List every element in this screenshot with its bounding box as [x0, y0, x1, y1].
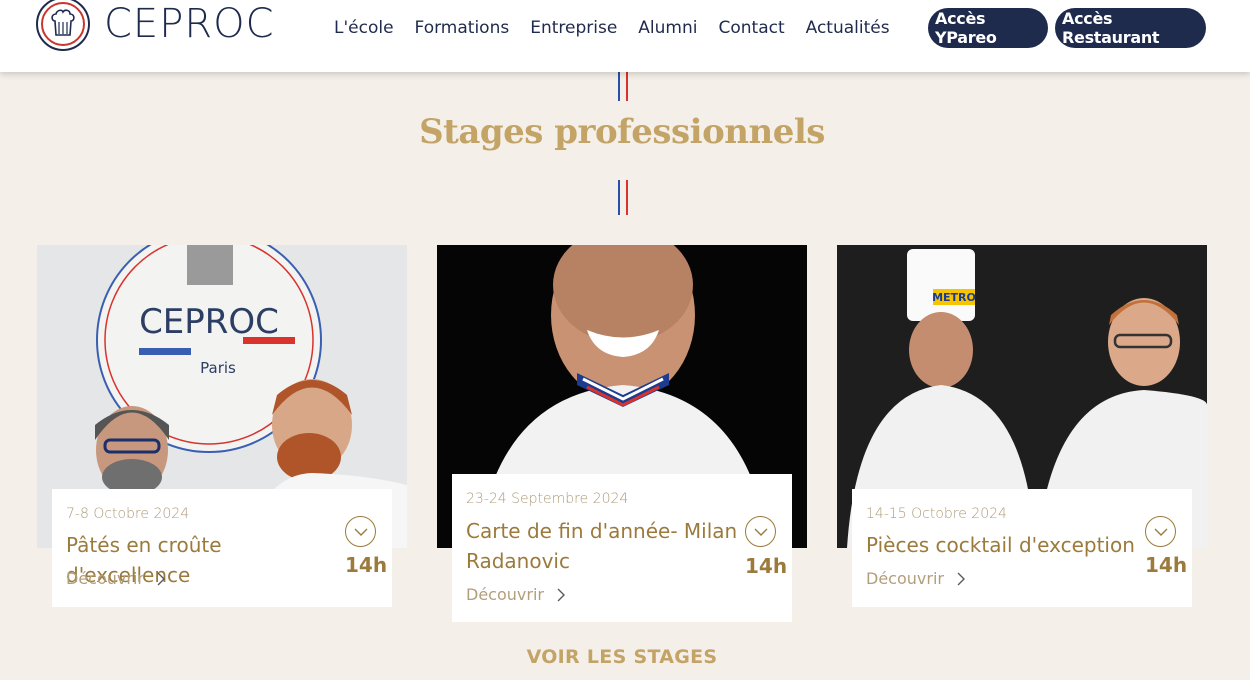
discover-label: Découvrir	[466, 585, 544, 604]
chevron-down-circle-icon[interactable]	[1145, 516, 1176, 547]
nav-item-formations[interactable]: Formations	[415, 16, 510, 40]
chevron-down-circle-icon[interactable]	[745, 516, 776, 547]
nav-item-actualites[interactable]: Actualités	[806, 16, 890, 40]
card-title[interactable]: Pièces cocktail d'exception	[866, 530, 1146, 560]
nav-item-alumni[interactable]: Alumni	[638, 16, 697, 40]
acces-restaurant-button[interactable]: Accès Restaurant	[1055, 8, 1206, 48]
discover-link[interactable]: Découvrir	[866, 569, 966, 588]
card-duration: 14h	[745, 554, 788, 578]
voir-les-stages-link[interactable]: VOIR LES STAGES	[0, 646, 1244, 668]
discover-link[interactable]: Découvrir	[466, 585, 566, 604]
discover-label: Découvrir	[866, 569, 944, 588]
card-date: 7-8 Octobre 2024	[66, 506, 190, 522]
stage-card-1[interactable]: 7-8 Octobre 2024 Pâtés en croûte d'excel…	[52, 489, 392, 607]
stage-card-2[interactable]: 23-24 Septembre 2024 Carte de fin d'anné…	[452, 474, 792, 622]
card-duration: 14h	[1145, 553, 1188, 577]
card-date: 14-15 Octobre 2024	[866, 506, 1007, 522]
discover-link[interactable]: Découvrir	[66, 569, 166, 588]
card-date: 23-24 Septembre 2024	[466, 491, 629, 507]
svg-text:Paris: Paris	[200, 359, 236, 377]
main-nav: L'école Formations Entreprise Alumni Con…	[334, 16, 911, 40]
discover-label: Découvrir	[66, 569, 144, 588]
nav-item-contact[interactable]: Contact	[718, 16, 784, 40]
svg-text:CEPROC: CEPROC	[139, 302, 279, 342]
section-title: Stages professionnels	[419, 112, 825, 152]
tricolor-divider-top	[618, 72, 628, 101]
site-header: CEPROC L'école Formations Entreprise Alu…	[0, 0, 1250, 72]
card-duration: 14h	[345, 553, 388, 577]
nav-item-ecole[interactable]: L'école	[334, 16, 394, 40]
card-title[interactable]: Carte de fin d'année- Milan Radanovic	[466, 516, 746, 576]
brand-name: CEPROC	[104, 1, 275, 47]
tricolor-divider	[618, 180, 628, 215]
nav-item-entreprise[interactable]: Entreprise	[530, 16, 617, 40]
chevron-right-icon	[157, 572, 165, 585]
acces-ypareo-button[interactable]: Accès YPareo	[928, 8, 1048, 48]
chevron-right-icon	[957, 572, 965, 585]
site-logo[interactable]: CEPROC	[36, 0, 275, 52]
stage-card-3[interactable]: 14-15 Octobre 2024 Pièces cocktail d'exc…	[852, 489, 1192, 607]
chevron-right-icon	[557, 588, 565, 601]
svg-text:METRO: METRO	[932, 291, 976, 304]
chevron-down-circle-icon[interactable]	[345, 516, 376, 547]
chef-hat-logo-icon	[36, 0, 90, 51]
